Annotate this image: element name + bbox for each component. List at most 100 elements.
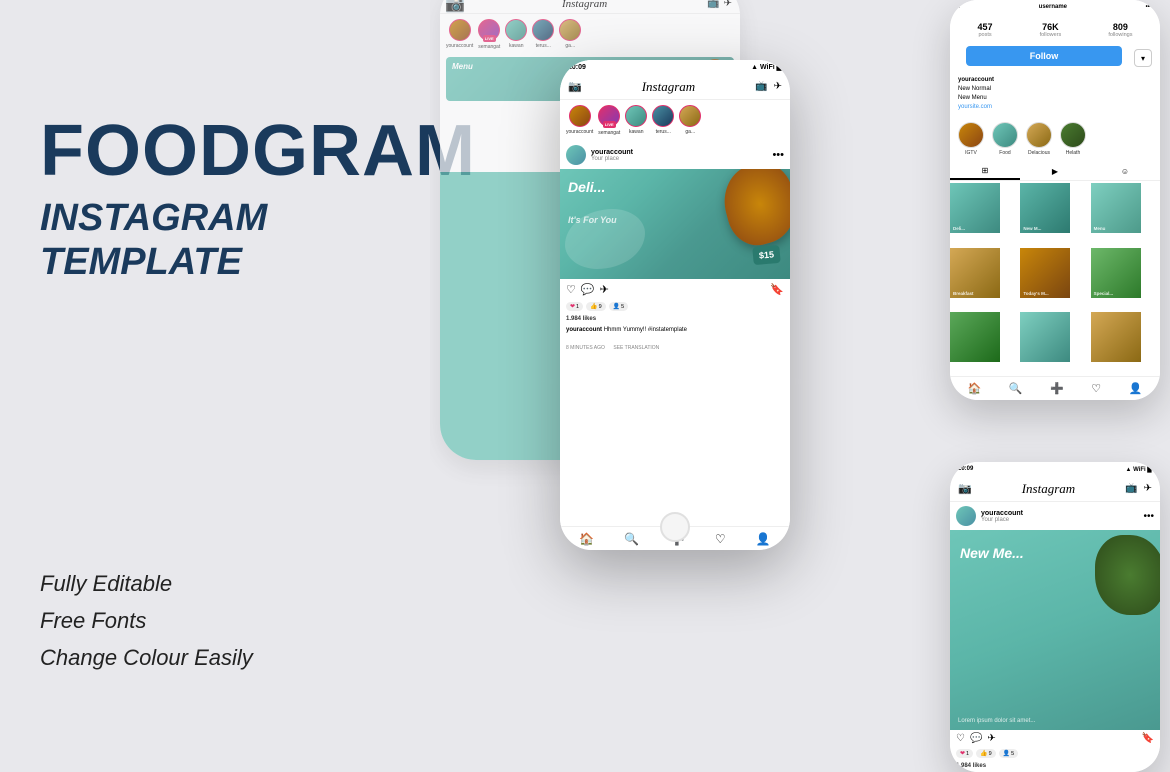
story-avatar-5[interactable]	[559, 19, 581, 41]
my-story: youraccount	[566, 105, 593, 136]
story-avatar-1[interactable]	[449, 19, 471, 41]
grid-cell-5: Today's M...	[1020, 248, 1070, 298]
story-item: kawan	[505, 19, 527, 50]
dropdown-button[interactable]: ▾	[1134, 49, 1152, 67]
phone-home-button[interactable]	[660, 512, 690, 542]
highlight-helath: Helath	[1060, 122, 1086, 156]
instagram-header: 📷 Instagram 📺 ✈	[560, 74, 790, 100]
highlight-circle-2[interactable]	[992, 122, 1018, 148]
phone-right-top: ‹ username ••• 457 posts 76K followers 8…	[950, 0, 1160, 400]
comment-icon-2[interactable]: 💬	[970, 733, 982, 744]
send-icon[interactable]: ✈	[774, 81, 782, 92]
story-ga: ga...	[679, 105, 701, 136]
new-menu-location: Your place	[981, 517, 1023, 523]
bio-line1: New Normal	[958, 85, 1152, 94]
send-icon-2[interactable]: ✈	[1144, 483, 1152, 494]
new-menu-avatar	[956, 506, 976, 526]
grid-cell-7	[950, 312, 1000, 362]
profile-highlights: IGTV Food Delacious Helath	[950, 116, 1160, 162]
new-menu-title: New Me...	[960, 545, 1024, 561]
profile-grid-tabs: ⊞ ▶ ☺	[950, 162, 1160, 181]
stories-row: youraccount LIVE semangat kawan terus...	[560, 100, 790, 141]
story-avatar-terus[interactable]	[652, 105, 674, 127]
story-item: LIVE semangat	[478, 19, 500, 50]
home-nav-icon[interactable]: 🏠	[579, 532, 594, 546]
like-icon-2[interactable]: ♡	[956, 733, 965, 744]
more-icon[interactable]: •••	[772, 149, 784, 161]
save-icon-2[interactable]: 🔖	[1142, 733, 1154, 744]
add-nav[interactable]: ➕	[1050, 382, 1064, 395]
search-nav[interactable]: 🔍	[1009, 382, 1023, 395]
highlight-igtv: IGTV	[958, 122, 984, 156]
highlight-delacious: Delacious	[1026, 122, 1052, 156]
camera-icon-2[interactable]: 📷	[958, 482, 972, 495]
grid-cell-2: New M...	[1020, 183, 1070, 233]
story-semangat: LIVE semangat	[598, 105, 620, 136]
back-arrow[interactable]: ‹	[958, 4, 960, 10]
tagged-tab[interactable]: ☺	[1090, 162, 1160, 180]
save-icon[interactable]: 🔖	[770, 283, 784, 296]
tv-icon[interactable]: 📺	[707, 0, 719, 9]
camera-icon[interactable]: 📷	[568, 80, 582, 93]
highlight-circle-3[interactable]	[1026, 122, 1052, 148]
comment-icon[interactable]: 💬	[581, 283, 595, 296]
new-menu-caption-overlay: Lorem ipsum dolor sit amet...	[958, 717, 1035, 725]
grid-tab[interactable]: ⊞	[950, 162, 1020, 180]
highlight-circle-1[interactable]	[958, 122, 984, 148]
post-its-for-you: It's For You	[568, 215, 617, 225]
new-menu-icons: 📺 ✈	[1125, 483, 1152, 494]
posts-stat: 457 posts	[978, 22, 993, 38]
bio-line2: New Menu	[958, 94, 1152, 103]
more-options[interactable]: •••	[1146, 4, 1152, 10]
new-menu-likes: 1.984 likes	[950, 760, 1160, 772]
share-icon-2[interactable]: ✈	[987, 733, 995, 744]
like-icon[interactable]: ♡	[566, 283, 576, 296]
story-avatar-3[interactable]	[505, 19, 527, 41]
story-item: ga...	[559, 19, 581, 50]
story-avatar-4[interactable]	[532, 19, 554, 41]
more-icon-2[interactable]: •••	[1143, 511, 1154, 522]
story-avatar-ga[interactable]	[679, 105, 701, 127]
profile-nav-icon[interactable]: 👤	[756, 532, 771, 546]
story-avatar-kawan[interactable]	[625, 105, 647, 127]
instagram-logo-2: Instagram	[1022, 481, 1075, 497]
instagram-logo-bg: Instagram	[562, 0, 607, 10]
home-nav[interactable]: 🏠	[968, 382, 982, 395]
new-menu-header: 📷 Instagram 📺 ✈	[950, 476, 1160, 502]
heart-nav-icon[interactable]: ♡	[715, 532, 726, 546]
follow-button[interactable]: Follow	[966, 46, 1122, 66]
following-stat: 809 followings	[1108, 22, 1132, 38]
followers-count: 76K	[1040, 22, 1062, 32]
highlight-food: Food	[992, 122, 1018, 156]
share-icon[interactable]: ✈	[600, 283, 609, 296]
highlight-circle-4[interactable]	[1060, 122, 1086, 148]
profile-bio: youraccount New Normal New Menu yoursite…	[950, 74, 1160, 116]
new-menu-likes-count: 1.984 likes	[956, 763, 986, 769]
story-item: terus...	[532, 19, 554, 50]
stories-row-bg: youraccount LIVE semangat kawan terus...	[440, 14, 740, 55]
my-avatar[interactable]	[569, 105, 591, 127]
bio-site[interactable]: yoursite.com	[958, 103, 1152, 112]
search-nav-icon[interactable]: 🔍	[624, 532, 639, 546]
story-kawan: kawan	[625, 105, 647, 136]
grid-cell-8	[1020, 312, 1070, 362]
bio-account-name: youraccount	[958, 76, 1152, 85]
reels-tab[interactable]: ▶	[1020, 162, 1090, 180]
profile-nav[interactable]: 👤	[1129, 382, 1143, 395]
heart-nav[interactable]: ♡	[1091, 382, 1101, 395]
profile-status-bar: ‹ username •••	[950, 0, 1160, 14]
posts-count: 457	[978, 22, 993, 32]
phone-right-bottom: 20:09 ▲ WiFi ▉ 📷 Instagram 📺 ✈ youraccou…	[950, 462, 1160, 772]
feature-editable: Fully Editable	[40, 565, 390, 602]
tv-icon[interactable]: 📺	[755, 81, 767, 92]
left-panel: FOODGRAM INSTAGRAM TEMPLATE Fully Editab…	[0, 0, 430, 772]
signal-icons: ▲ WiFi ▉	[751, 63, 782, 71]
bg-header-icons: 📺 ✈	[707, 0, 732, 9]
camera-icon[interactable]: 📷	[448, 0, 462, 11]
reaction-person: 👤 5	[609, 302, 629, 311]
action-icons-left: ♡ 💬 ✈	[566, 283, 609, 296]
tv-icon-2[interactable]: 📺	[1125, 483, 1137, 494]
new-menu-actions: ♡ 💬 ✈ 🔖	[950, 730, 1160, 747]
profile-grid: Deli... New M... Menu Breakfast Today's …	[950, 183, 1160, 376]
send-icon[interactable]: ✈	[724, 0, 732, 9]
